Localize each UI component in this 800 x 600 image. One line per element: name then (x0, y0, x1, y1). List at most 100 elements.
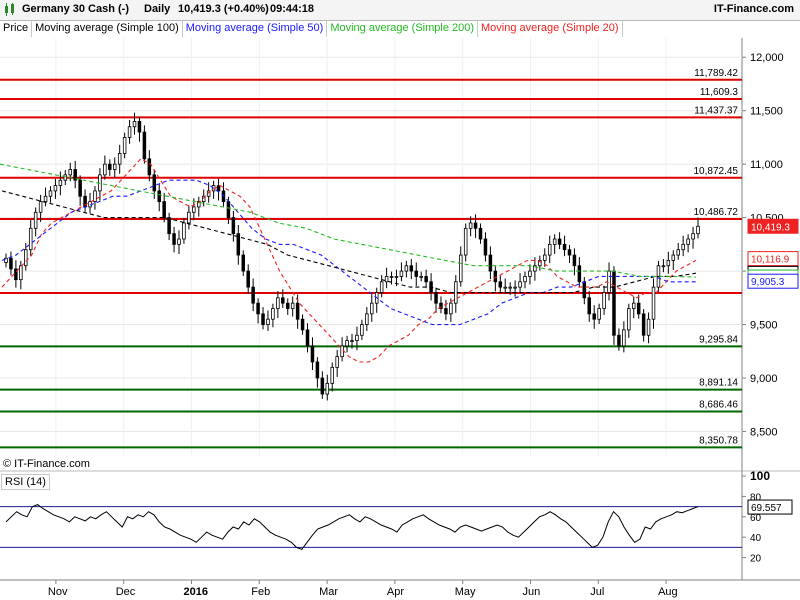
candle-body (419, 276, 423, 278)
candle-body (103, 163, 107, 176)
candle-body (498, 281, 503, 288)
candle-body (414, 270, 419, 277)
candle-body (602, 292, 606, 309)
price-tag-label: 10,419.3 (751, 222, 790, 233)
candle-body (379, 281, 384, 293)
candle-body (409, 265, 414, 272)
candle-body (108, 163, 112, 170)
candle-body (251, 286, 255, 304)
candle-body (552, 238, 557, 245)
candle-body (187, 211, 191, 224)
candle-body (404, 265, 409, 272)
candle-body (330, 366, 334, 384)
candle-body (503, 286, 507, 289)
candle-body (315, 361, 320, 379)
candle-body (676, 249, 680, 256)
candle-body (325, 382, 330, 395)
y-tick-label: 8,500 (750, 426, 778, 438)
candle-body (399, 270, 404, 277)
candle-body (78, 179, 82, 197)
candle-body (360, 324, 364, 336)
candle-body (231, 217, 236, 235)
candle-body (528, 270, 532, 277)
support-label: 8,891.14 (699, 378, 738, 389)
price-tag-label: 9,905.3 (751, 277, 785, 288)
candle-body (285, 302, 290, 309)
candle-body (458, 254, 463, 283)
x-tick-label: Jul (590, 586, 604, 598)
price-tag: 10,419.3 (747, 218, 799, 234)
chart-canvas[interactable]: 8,5009,0009,50010,00010,50011,00011,5001… (0, 0, 800, 600)
candle-body (473, 222, 478, 229)
candle-body (627, 308, 631, 331)
candle-body (137, 121, 142, 133)
y-tick-label: 11,000 (750, 159, 783, 171)
candle-body (19, 265, 23, 281)
candle-body (117, 153, 122, 165)
x-tick-label: Jun (523, 586, 541, 598)
candle-body (513, 286, 517, 289)
candle-body (271, 308, 275, 320)
x-tick-label: 2016 (184, 586, 208, 598)
candle-body (68, 169, 73, 176)
candle-body (24, 249, 28, 267)
candle-body (493, 270, 498, 283)
rsi-panel (0, 476, 742, 578)
candle-body (543, 254, 547, 261)
x-tick-label: Mar (319, 586, 338, 598)
candle-body (612, 270, 616, 336)
rsi-y-tick-label: 40 (750, 533, 762, 544)
candle-body (547, 243, 552, 256)
candle-body (562, 243, 567, 251)
candle-body (478, 227, 483, 240)
y-tick-label: 9,500 (750, 320, 778, 332)
candle-body (167, 217, 171, 235)
candle-body (241, 254, 246, 272)
rsi-current-label: 69.557 (751, 503, 782, 514)
candle-body (122, 137, 127, 154)
resistance-label: 11,609.3 (700, 87, 739, 98)
x-tick-label: May (455, 586, 476, 598)
candle-body (340, 345, 344, 358)
candle-body (33, 211, 38, 229)
candle-body (365, 313, 369, 325)
rsi-panel-label: RSI (14) (1, 474, 50, 490)
candle-body (305, 329, 310, 347)
candle-body (424, 276, 428, 283)
resistance-label: 11,437.37 (694, 105, 738, 116)
candle-body (617, 334, 621, 347)
candle-body (577, 265, 582, 283)
candle-body (28, 227, 33, 251)
candle-body (488, 254, 493, 272)
candle-body (162, 201, 166, 219)
copyright-note: © IT-Finance.com (3, 458, 90, 470)
candle-body (300, 318, 305, 331)
candle-body (597, 308, 601, 320)
candle-body (557, 238, 562, 245)
x-tick-label: Dec (116, 586, 136, 598)
candle-body (48, 190, 53, 197)
candle-body (350, 340, 354, 342)
x-tick-label: Feb (251, 586, 270, 598)
candle-body (38, 201, 43, 213)
candle-body (483, 238, 488, 256)
rsi-y-tick-label: 20 (750, 554, 762, 565)
support-label: 9,295.84 (699, 334, 738, 345)
candle-body (370, 302, 374, 315)
candle-body (157, 190, 161, 202)
candle-body (696, 225, 700, 235)
candle-body (177, 238, 181, 245)
candle-body (63, 174, 68, 181)
price-tag-label: 10,116.9 (751, 255, 790, 266)
candle-body (592, 313, 596, 320)
candle-body (281, 297, 285, 304)
candle-body (43, 195, 48, 202)
candle-body (434, 292, 438, 304)
resistance-label: 10,486.72 (694, 207, 739, 218)
candle-body (631, 302, 636, 309)
candle-body (93, 190, 97, 202)
candle-body (463, 227, 468, 256)
candle-body (686, 238, 690, 245)
candle-body (142, 131, 147, 160)
candle-body (246, 270, 250, 288)
